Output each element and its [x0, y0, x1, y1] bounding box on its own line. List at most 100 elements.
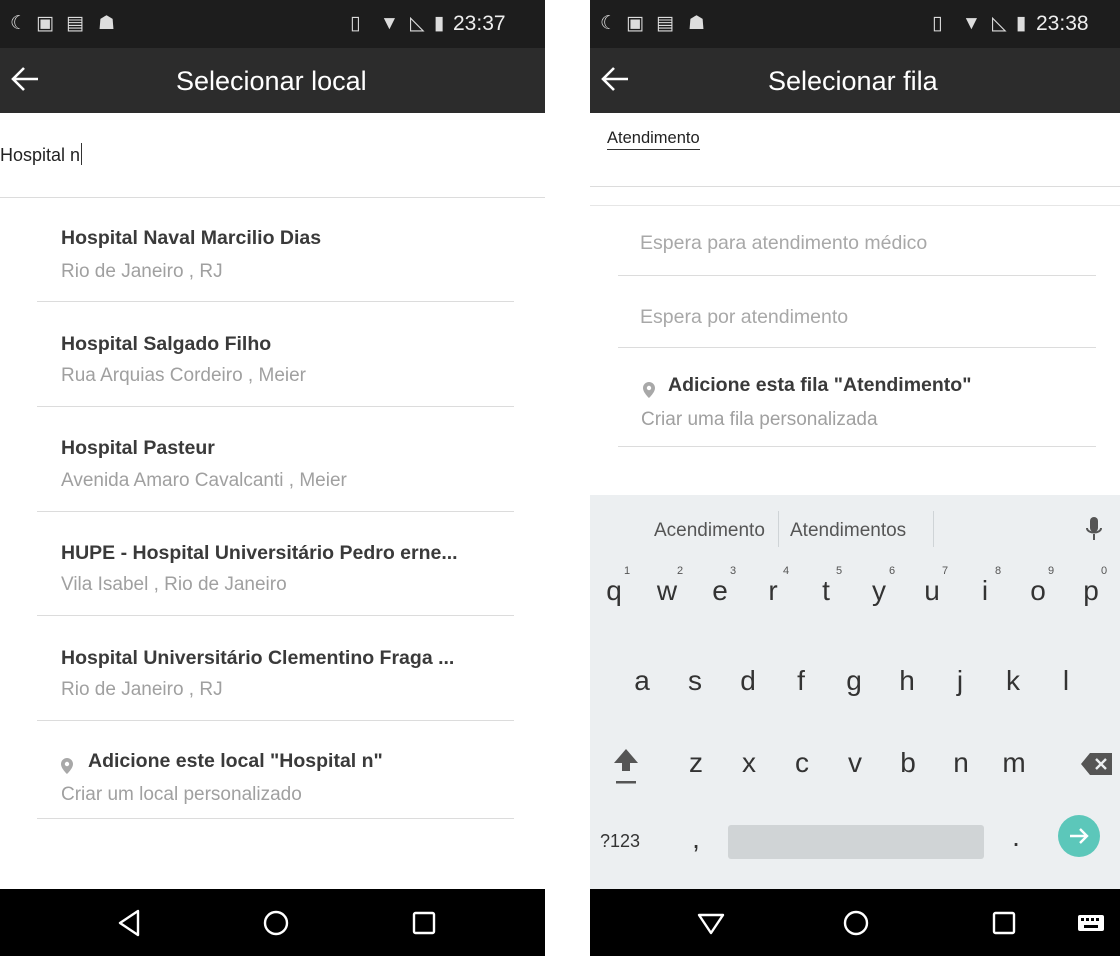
home-circle-icon[interactable]: [258, 905, 294, 941]
vibrate-icon: ▯: [350, 13, 361, 34]
suggestion-item[interactable]: Espera para atendimento médico: [640, 232, 927, 255]
list-item-subtitle: Avenida Amaro Cavalcanti , Meier: [61, 470, 347, 491]
back-triangle-icon[interactable]: [112, 905, 148, 941]
key-z[interactable]: z: [676, 747, 716, 779]
list-item-subtitle: Vila Isabel , Rio de Janeiro: [61, 574, 287, 595]
key-y[interactable]: y: [859, 575, 899, 607]
key-e[interactable]: e: [700, 575, 740, 607]
navigation-bar: [0, 889, 545, 956]
space-key[interactable]: [728, 825, 984, 859]
add-queue-subtitle: Criar uma fila personalizada: [641, 409, 878, 430]
key-hint: 7: [942, 565, 949, 577]
key-g[interactable]: g: [834, 665, 874, 697]
divider: [590, 205, 1120, 206]
key-m[interactable]: m: [994, 747, 1034, 779]
status-time: 23:37: [453, 12, 506, 35]
status-time: 23:38: [1036, 12, 1089, 35]
navigation-bar: [590, 889, 1120, 956]
add-queue-title: Adicione esta fila "Atendimento": [668, 374, 972, 396]
key-l[interactable]: l: [1046, 665, 1086, 697]
backspace-icon[interactable]: [1080, 751, 1114, 777]
queue-input[interactable]: Atendimento: [607, 129, 700, 150]
key-o[interactable]: o: [1018, 575, 1058, 607]
divider: [933, 511, 934, 547]
left-screen: ☾ ▣ ▤ ☗ ▯ ▼ ◺ ▮ 23:37 Selecionar local H…: [0, 0, 545, 956]
keyboard-suggestion[interactable]: Acendimento: [654, 520, 765, 542]
key-a[interactable]: a: [622, 665, 662, 697]
key-r[interactable]: r: [753, 575, 793, 607]
no-signal-icon: ◺: [992, 13, 1007, 34]
vibrate-icon: ▯: [932, 13, 943, 34]
android-icon: ☗: [98, 13, 116, 34]
list-item-title: Hospital Pasteur: [61, 437, 215, 459]
key-c[interactable]: c: [782, 747, 822, 779]
key-u[interactable]: u: [912, 575, 952, 607]
app-bar: Selecionar local: [0, 48, 545, 113]
key-hint: 5: [836, 565, 843, 577]
android-icon: ☗: [688, 13, 706, 34]
location-pin-icon: [61, 758, 73, 774]
add-location-subtitle: Criar um local personalizado: [61, 784, 302, 805]
divider: [37, 720, 514, 721]
key-p[interactable]: p: [1071, 575, 1111, 607]
key-hint: 2: [677, 565, 684, 577]
key-i[interactable]: i: [965, 575, 1005, 607]
home-circle-icon[interactable]: [838, 905, 874, 941]
key-d[interactable]: d: [728, 665, 768, 697]
key-hint: 1: [624, 565, 631, 577]
recents-square-icon[interactable]: [406, 905, 442, 941]
app-bar: Selecionar fila: [590, 48, 1120, 113]
key-s[interactable]: s: [675, 665, 715, 697]
divider: [590, 186, 1120, 187]
recents-square-icon[interactable]: [986, 905, 1022, 941]
moon-icon: ☾: [600, 13, 618, 34]
key-v[interactable]: v: [835, 747, 875, 779]
list-item-subtitle: Rio de Janeiro , RJ: [61, 261, 223, 282]
comma-key[interactable]: ,: [676, 823, 716, 855]
clipboard-icon: ▤: [656, 13, 674, 34]
divider: [37, 818, 514, 819]
soft-keyboard: Acendimento Atendimentos q1 w2 e3 r4 t5 y6 u7 i…: [590, 495, 1120, 889]
key-h[interactable]: h: [887, 665, 927, 697]
key-w[interactable]: w: [647, 575, 687, 607]
keyboard-icon[interactable]: [1076, 905, 1106, 941]
divider: [618, 347, 1096, 348]
key-n[interactable]: n: [941, 747, 981, 779]
page-title: Selecionar local: [176, 66, 367, 96]
key-k[interactable]: k: [993, 665, 1033, 697]
moon-icon: ☾: [10, 13, 28, 34]
divider: [37, 511, 514, 512]
search-input[interactable]: Hospital n: [0, 143, 83, 166]
back-arrow-icon[interactable]: [8, 62, 42, 96]
key-t[interactable]: t: [806, 575, 846, 607]
list-item-title: Hospital Salgado Filho: [61, 333, 272, 355]
arrow-right-icon: [1070, 828, 1089, 844]
list-item-subtitle: Rio de Janeiro , RJ: [61, 679, 223, 700]
key-f[interactable]: f: [781, 665, 821, 697]
location-pin-icon: [643, 382, 655, 398]
go-button[interactable]: [1058, 815, 1100, 857]
divider: [37, 301, 514, 302]
microphone-icon[interactable]: [1084, 515, 1104, 543]
key-q[interactable]: q: [594, 575, 634, 607]
suggestion-item[interactable]: Espera por atendimento: [640, 306, 848, 329]
back-triangle-down-icon[interactable]: [693, 905, 729, 941]
shift-icon[interactable]: [610, 745, 642, 789]
key-x[interactable]: x: [729, 747, 769, 779]
image-icon: ▣: [36, 13, 54, 34]
key-b[interactable]: b: [888, 747, 928, 779]
period-key[interactable]: .: [996, 821, 1036, 853]
list-item-subtitle: Rua Arquias Cordeiro , Meier: [61, 365, 306, 386]
clipboard-icon: ▤: [66, 13, 84, 34]
key-hint: 6: [889, 565, 896, 577]
battery-icon: ▮: [1016, 13, 1027, 34]
right-screen: ☾ ▣ ▤ ☗ ▯ ▼ ◺ ▮ 23:38 Selecionar fila At…: [590, 0, 1120, 956]
key-hint: 4: [783, 565, 790, 577]
key-hint: 0: [1101, 565, 1108, 577]
symbols-key[interactable]: ?123: [600, 831, 650, 852]
divider: [618, 446, 1096, 447]
keyboard-suggestion[interactable]: Atendimentos: [790, 520, 906, 542]
key-hint: 3: [730, 565, 737, 577]
back-arrow-icon[interactable]: [598, 62, 632, 96]
key-j[interactable]: j: [940, 665, 980, 697]
